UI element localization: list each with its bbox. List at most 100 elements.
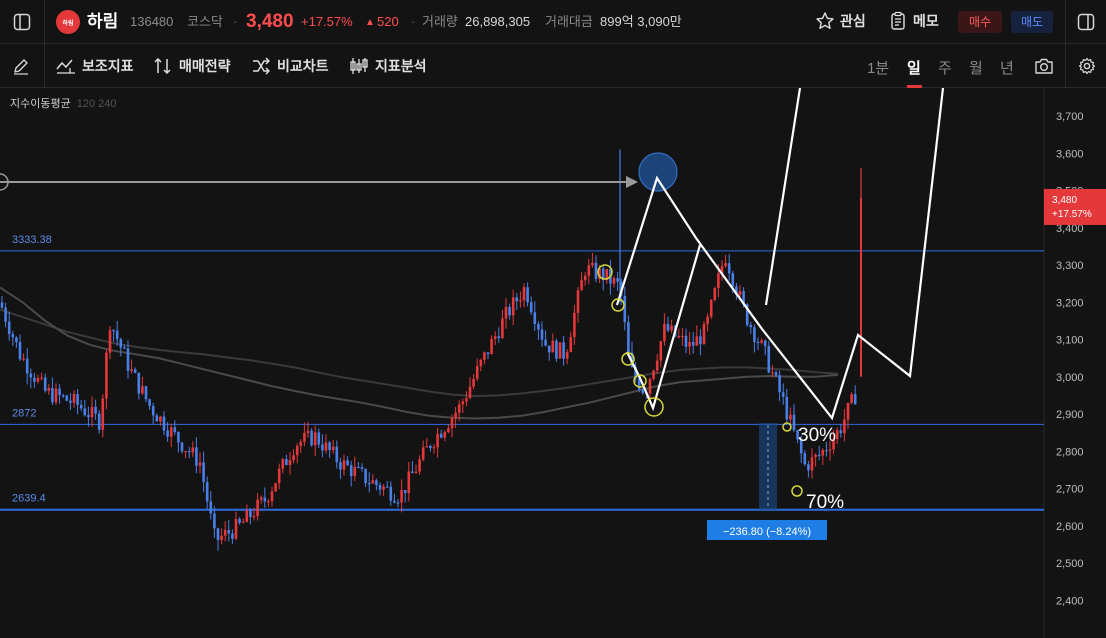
candle-body xyxy=(724,263,727,267)
candle-body xyxy=(684,335,688,347)
candle-body xyxy=(555,340,558,359)
candle-body xyxy=(781,392,785,397)
indicators-button[interactable]: 보조지표 xyxy=(56,56,134,76)
analysis-button[interactable]: 지표분석 xyxy=(349,56,427,76)
sell-button[interactable]: 매도 xyxy=(1011,11,1053,33)
zigzag-forecast-line-3 xyxy=(764,88,802,306)
candle-body xyxy=(69,400,72,403)
interval-month[interactable]: 월 xyxy=(969,57,983,78)
change-up-icon: ▲ xyxy=(365,17,375,28)
candle-body xyxy=(753,327,756,342)
candle-body xyxy=(418,459,421,472)
right-panel-toggle-icon[interactable] xyxy=(1076,12,1096,32)
candle-body xyxy=(616,278,619,282)
buy-button[interactable]: 매수 xyxy=(958,11,1002,33)
candle-body xyxy=(393,500,396,503)
candle-body xyxy=(274,483,277,492)
candle-body xyxy=(263,497,267,502)
interval-1min[interactable]: 1분 xyxy=(867,57,889,78)
candle-body xyxy=(360,467,364,469)
strategy-icon xyxy=(154,57,171,75)
candle-body xyxy=(810,457,814,471)
candle-body xyxy=(681,335,684,338)
candle-body xyxy=(511,297,515,316)
candle-body xyxy=(112,330,115,332)
candle-body xyxy=(187,451,191,453)
memo-icon xyxy=(891,11,905,30)
candle-body xyxy=(15,337,18,343)
interval-day[interactable]: 일 xyxy=(907,57,921,78)
settings-gear-icon[interactable] xyxy=(1077,56,1097,76)
stock-code: 136480 xyxy=(130,14,174,29)
y-tick-label: 2,600 xyxy=(1056,521,1084,533)
candle-body xyxy=(72,394,76,403)
interval-week[interactable]: 주 xyxy=(938,57,952,78)
candle-body xyxy=(25,358,29,374)
draw-pencil-icon[interactable] xyxy=(11,56,31,76)
memo-button[interactable]: 메모 xyxy=(888,11,939,31)
candle-body xyxy=(508,307,511,316)
candle-body xyxy=(87,415,90,418)
candle-body xyxy=(310,430,313,446)
candle-body xyxy=(252,516,256,518)
candle-body xyxy=(738,291,742,295)
candle-body xyxy=(670,325,673,331)
strategy-button[interactable]: 매매전략 xyxy=(153,56,231,76)
market-name: 코스닥 xyxy=(187,14,223,29)
candle-body xyxy=(339,462,342,470)
candle-body xyxy=(792,414,796,430)
candle-body xyxy=(576,290,580,313)
candle-body xyxy=(33,377,36,382)
watch-button[interactable]: 관심 xyxy=(815,11,866,31)
sidebar-toggle-icon[interactable] xyxy=(12,12,32,32)
candle-body xyxy=(663,323,666,342)
highlight-circle xyxy=(638,152,678,192)
candle-body xyxy=(40,377,43,379)
candle-body xyxy=(569,337,573,352)
candle-body xyxy=(79,404,83,409)
candle-body xyxy=(551,340,555,353)
compare-button[interactable]: 비교차트 xyxy=(251,56,329,76)
candle-body xyxy=(29,373,33,378)
interval-year[interactable]: 년 xyxy=(1000,57,1014,78)
candle-body xyxy=(537,324,540,330)
candle-body xyxy=(475,366,479,379)
candle-body xyxy=(483,352,486,360)
candle-body xyxy=(461,401,465,405)
candle-body xyxy=(407,471,411,494)
y-tick-label: 3,300 xyxy=(1056,260,1084,272)
candle-body xyxy=(148,399,151,406)
camera-icon[interactable] xyxy=(1033,56,1055,76)
candle-body xyxy=(529,302,533,313)
volume-value: 26,898,305 xyxy=(465,14,531,29)
candle-body xyxy=(94,406,97,414)
candle-body xyxy=(209,501,213,514)
candle-body xyxy=(778,375,781,393)
candle-body xyxy=(814,454,817,458)
candle-body xyxy=(115,330,119,340)
candle-body xyxy=(691,342,695,346)
candle-body xyxy=(259,497,263,500)
candle-body xyxy=(713,288,717,300)
candle-body xyxy=(648,378,652,394)
candle-body xyxy=(83,408,87,416)
candle-body xyxy=(11,334,15,338)
candle-body xyxy=(267,501,270,503)
candle-body xyxy=(0,302,4,308)
candle-body xyxy=(447,428,450,433)
candle-body xyxy=(292,455,295,461)
candle-body xyxy=(162,416,166,431)
candle-body xyxy=(519,300,522,302)
candle-body xyxy=(328,442,331,450)
candle-body xyxy=(774,372,778,376)
candle-body xyxy=(90,406,94,418)
yellow-marker-circle xyxy=(791,485,803,497)
candle-body xyxy=(450,418,454,429)
candle-body xyxy=(414,471,418,474)
horizontal-level-label: 3333.38 xyxy=(12,234,52,246)
candle-body xyxy=(699,336,702,345)
measure-box xyxy=(759,423,777,510)
price-chart[interactable]: 3,7003,6003,5003,4003,3003,2003,1003,000… xyxy=(0,88,1106,638)
candle-body xyxy=(825,450,828,452)
compare-icon xyxy=(253,57,270,75)
